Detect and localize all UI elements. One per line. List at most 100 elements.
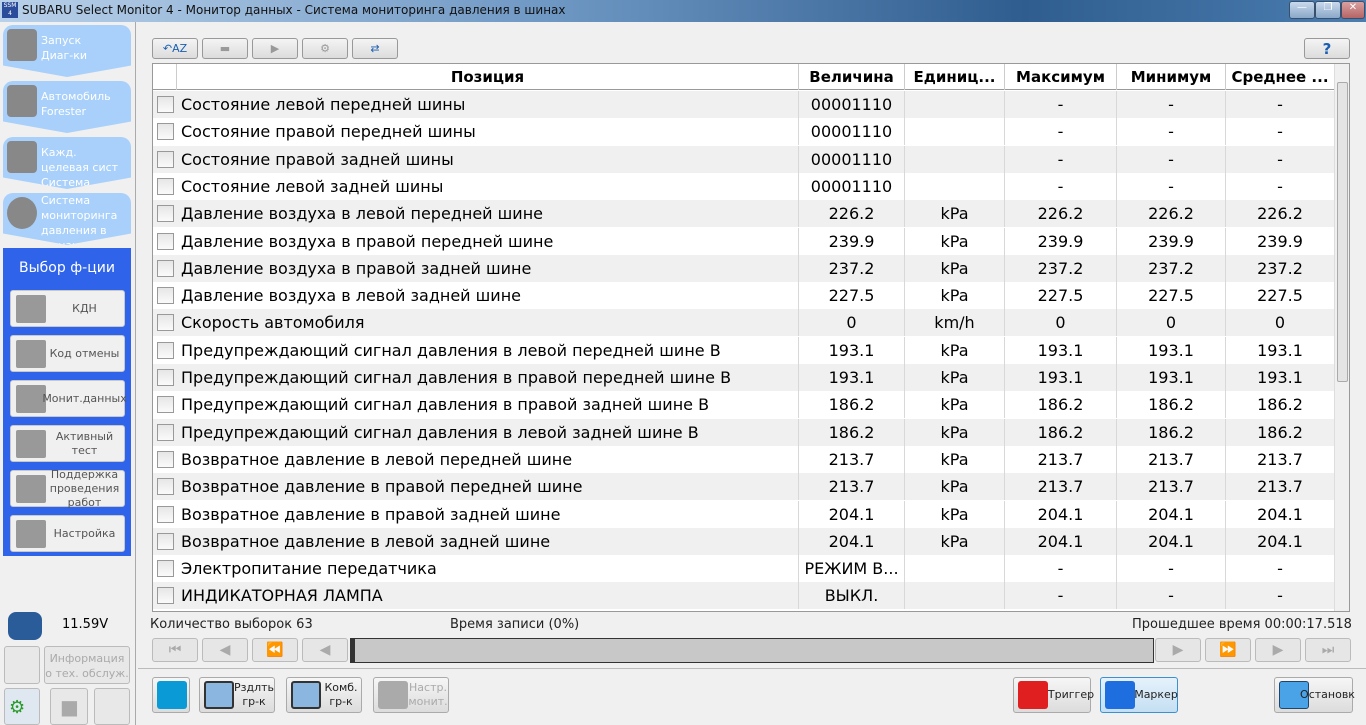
active-test-button[interactable]: Активный тест [10, 425, 125, 462]
dtc-button[interactable]: КДН [10, 290, 125, 327]
row-checkbox[interactable] [157, 123, 174, 141]
divider [138, 668, 1366, 669]
close-button[interactable]: ✕ [1341, 1, 1365, 19]
table-row[interactable]: ИНДИКАТОРНАЯ ЛАМПА ВЫКЛ. - - - [153, 582, 1335, 610]
battery-car-icon [8, 612, 42, 640]
row-checkbox[interactable] [157, 532, 174, 550]
play-button[interactable]: ▶ [1155, 638, 1201, 662]
nav-vehicle[interactable]: Автомобиль Forester [3, 81, 131, 133]
item-name: Давление воздуха в правой задней шине [177, 254, 799, 282]
table-row[interactable]: Возвратное давление в правой задней шине… [153, 500, 1335, 528]
monitor-settings-button[interactable]: Настр. монит. [373, 677, 449, 713]
f11-settings-button[interactable]: ⚙ [4, 688, 40, 725]
toolbar-settings-button[interactable]: ⚙ [302, 38, 348, 59]
stop-button[interactable]: Остановк [1274, 677, 1355, 713]
row-checkbox[interactable] [157, 341, 174, 359]
data-monitor-button[interactable]: Монит.данных [10, 380, 127, 417]
clear-code-button[interactable]: Код отмены [10, 335, 125, 372]
go-first-button[interactable]: ⏮ [152, 638, 198, 662]
header-position[interactable]: Позиция [177, 64, 799, 90]
sort-az-button[interactable]: ↶AZ [152, 38, 198, 59]
table-row[interactable]: Скорость автомобиля 0 km/h 0 0 0 [153, 309, 1335, 337]
row-checkbox[interactable] [157, 423, 174, 441]
table-row[interactable]: Давление воздуха в левой передней шине 22… [153, 200, 1335, 228]
item-unit: kPa [905, 336, 1005, 364]
row-checkbox[interactable] [157, 205, 174, 223]
row-checkbox[interactable] [157, 96, 174, 113]
table-row[interactable]: Предупреждающий сигнал давления в правой… [153, 391, 1335, 419]
item-value: РЕЖИМ В... [799, 555, 905, 583]
header-avg[interactable]: Среднее ... [1226, 64, 1335, 90]
row-checkbox[interactable] [157, 587, 174, 605]
save-button[interactable]: ■ [50, 688, 88, 725]
work-support-button[interactable]: Поддержка проведения работ [10, 468, 125, 509]
help-button[interactable]: ? [1304, 38, 1350, 59]
header-unit[interactable]: Единиц... [905, 64, 1005, 90]
table-row[interactable]: Возвратное давление в правой передней ши… [153, 473, 1335, 501]
header-min[interactable]: Минимум [1117, 64, 1226, 90]
table-row[interactable]: Предупреждающий сигнал давления в левой … [153, 418, 1335, 446]
combined-graph-button[interactable]: Комб. гр-к [286, 677, 362, 713]
table-row[interactable]: Возвратное давление в левой передней шин… [153, 445, 1335, 473]
table-row[interactable]: Давление воздуха в левой задней шине 227.… [153, 282, 1335, 310]
table-row[interactable]: Состояние левой передней шины 00001110- - - [153, 91, 1335, 118]
table-row[interactable]: Состояние левой задней шины 00001110- - - [153, 172, 1335, 200]
row-checkbox[interactable] [157, 478, 174, 496]
row-checkbox[interactable] [157, 259, 174, 277]
rewind-button[interactable]: ⏪ [252, 638, 298, 662]
split-graph-button[interactable]: Рздлть гр-к [199, 677, 275, 713]
minimize-button[interactable]: — [1289, 1, 1315, 19]
marker-button[interactable]: Маркер [1100, 677, 1178, 713]
restore-button[interactable]: ❐ [1315, 1, 1341, 19]
row-checkbox[interactable] [157, 150, 174, 168]
maintenance-info-button[interactable]: Информация о тех. обслуж. [44, 646, 130, 684]
row-checkbox[interactable] [157, 450, 174, 468]
table-row[interactable]: Состояние правой задней шины 00001110- - - [153, 145, 1335, 173]
back-button[interactable] [152, 677, 190, 713]
next-marker-button[interactable]: ▶ [1255, 638, 1301, 662]
table-row[interactable]: Предупреждающий сигнал давления в правой… [153, 364, 1335, 391]
row-checkbox[interactable] [157, 560, 174, 578]
row-checkbox[interactable] [157, 177, 174, 195]
function-panel-title: Выбор ф-ции [19, 260, 115, 276]
table-row[interactable]: Состояние правой передней шины 00001110- -… [153, 118, 1335, 146]
header-value[interactable]: Величина [799, 64, 905, 90]
f12-button[interactable] [94, 688, 130, 725]
playback-slider[interactable] [350, 638, 1154, 663]
nav-tpms[interactable]: Система мониторинга давления в шинах [3, 193, 131, 245]
item-min: 213.7 [1117, 445, 1226, 473]
table-row[interactable]: Возвратное давление в левой задней шине 2… [153, 527, 1335, 555]
table-row[interactable]: Электропитание передатчика РЕЖИМ В... - - - [153, 555, 1335, 583]
go-last-button[interactable]: ⏭ [1305, 638, 1351, 662]
row-checkbox[interactable] [157, 369, 174, 386]
fast-forward-button[interactable]: ⏩ [1205, 638, 1251, 662]
row-checkbox[interactable] [157, 314, 174, 332]
f10-button[interactable] [4, 646, 40, 684]
toolbar-button-3[interactable]: ▶ [252, 38, 298, 59]
item-name: Состояние правой передней шины [177, 118, 799, 146]
settings-button[interactable]: Настройка [10, 515, 125, 552]
item-unit: kPa [905, 445, 1005, 473]
header-max[interactable]: Максимум [1005, 64, 1117, 90]
trigger-button[interactable]: Триггер [1013, 677, 1094, 713]
table-row[interactable]: Предупреждающий сигнал давления в левой … [153, 336, 1335, 364]
table-row[interactable]: Давление воздуха в правой передней шине 2… [153, 227, 1335, 255]
nav-start-diagnostics[interactable]: Запуск Диаг-ки [3, 25, 131, 77]
step-back-button[interactable]: ◀ [302, 638, 348, 662]
item-min: - [1117, 145, 1226, 173]
swap-button[interactable]: ⇄ [352, 38, 398, 59]
item-avg: 239.9 [1226, 227, 1335, 255]
vertical-scrollbar[interactable] [1334, 64, 1349, 611]
item-value: 186.2 [799, 391, 905, 419]
row-checkbox[interactable] [157, 396, 174, 414]
table-row[interactable]: Давление воздуха в правой задней шине 237… [153, 254, 1335, 282]
nav-target-system[interactable]: Кажд. целевая сист Система [3, 137, 131, 189]
item-max: 237.2 [1005, 254, 1117, 282]
row-checkbox[interactable] [157, 232, 174, 250]
row-checkbox[interactable] [157, 505, 174, 523]
scrollbar-thumb[interactable] [1337, 82, 1348, 382]
toolbar-button-2[interactable]: ▬ [202, 38, 248, 59]
prev-marker-button[interactable]: ◀ [202, 638, 248, 662]
row-checkbox[interactable] [157, 287, 174, 305]
item-min: 193.1 [1117, 364, 1226, 391]
